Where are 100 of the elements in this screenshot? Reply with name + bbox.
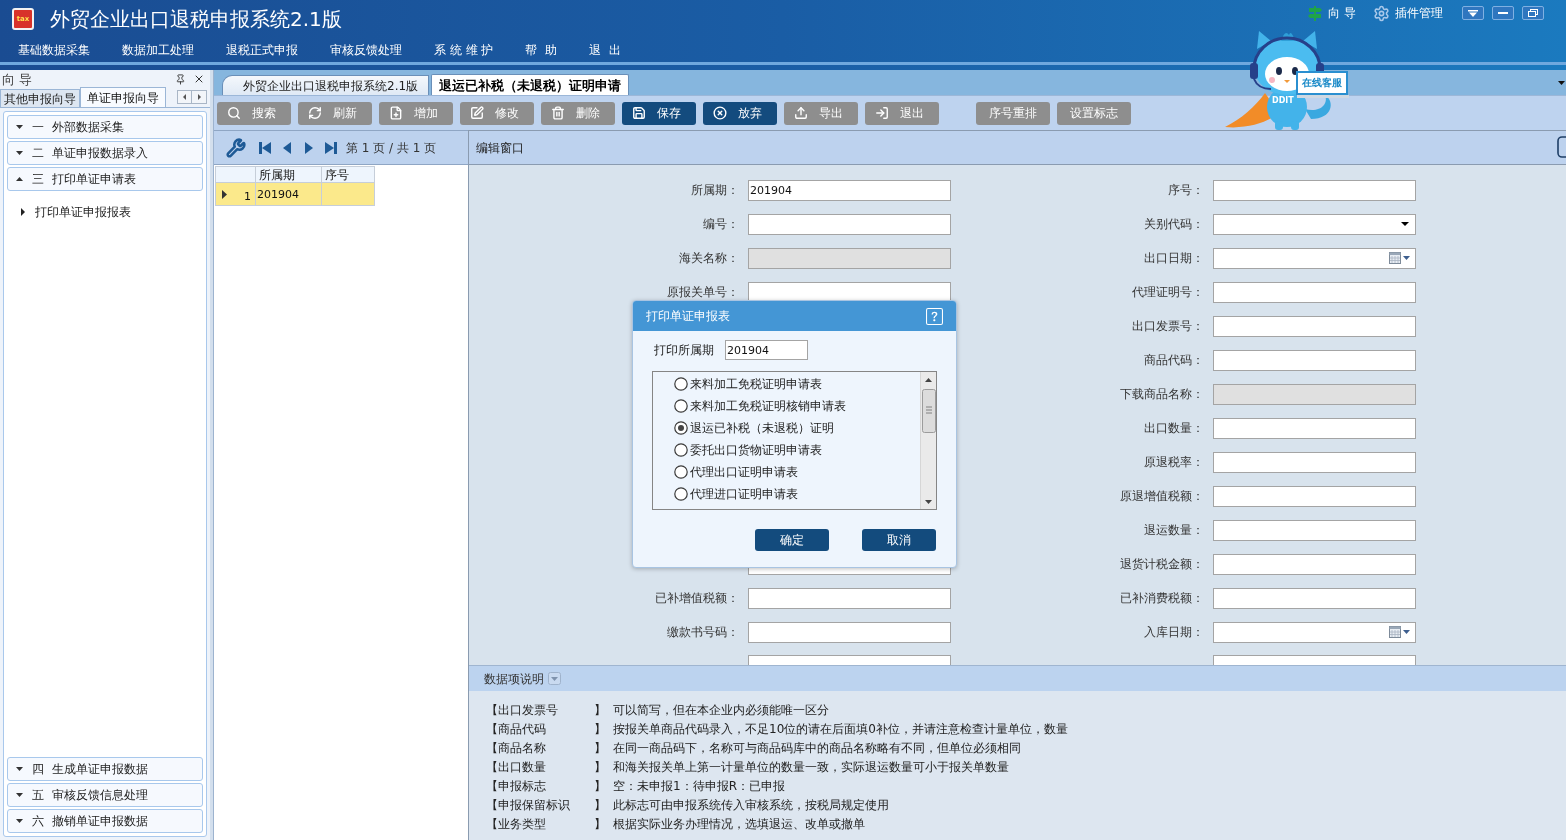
pin-icon[interactable] bbox=[175, 73, 186, 85]
column-header[interactable]: 序号 bbox=[322, 166, 375, 183]
input-field[interactable] bbox=[1213, 485, 1416, 507]
field-label: 海关名称： bbox=[679, 252, 739, 264]
term-label: 【出口数量 bbox=[486, 760, 547, 773]
close-icon[interactable] bbox=[193, 73, 205, 85]
option-label[interactable]: 来料加工免税证明申请表 bbox=[690, 378, 822, 390]
bracket-mark: 】 bbox=[594, 798, 607, 811]
caret-down-icon[interactable] bbox=[1558, 81, 1565, 85]
field-label: 打印所属期 bbox=[654, 344, 715, 356]
accordion-header[interactable]: 五 审核反馈信息处理 bbox=[7, 783, 203, 807]
option-label[interactable]: 代理出口证明申请表 bbox=[690, 466, 798, 478]
menu-item[interactable]: 审核反馈处理 bbox=[330, 44, 402, 56]
dialog-button[interactable]: 取消 bbox=[862, 529, 936, 551]
input-field[interactable] bbox=[1213, 451, 1416, 473]
input-field[interactable] bbox=[1213, 587, 1416, 609]
panel-title: 编辑窗口 bbox=[476, 141, 524, 154]
input-field[interactable]: 201904 bbox=[748, 179, 951, 201]
header-link[interactable]: 插件管理 bbox=[1373, 4, 1443, 22]
input-field[interactable] bbox=[1213, 315, 1416, 337]
table-row[interactable]: 1 201904 bbox=[215, 183, 375, 206]
scrollbar[interactable] bbox=[920, 372, 936, 509]
term-label: 【业务类型 bbox=[486, 817, 547, 830]
input-field[interactable] bbox=[1213, 417, 1416, 439]
menu-item[interactable]: 帮 助 bbox=[525, 44, 558, 56]
caret-right-icon bbox=[197, 94, 201, 100]
accordion-header[interactable]: 四 生成单证申报数据 bbox=[7, 757, 203, 781]
first-page-icon[interactable] bbox=[258, 140, 272, 155]
option-label[interactable]: 代理进口证明申请表 bbox=[690, 488, 798, 500]
input-field[interactable] bbox=[1213, 655, 1416, 665]
last-page-icon[interactable] bbox=[324, 140, 338, 155]
radio-button[interactable] bbox=[674, 399, 688, 413]
mascot-label: DDIT bbox=[1272, 97, 1294, 105]
toolbar-button[interactable]: 保存 bbox=[622, 101, 696, 125]
radio-button[interactable] bbox=[674, 487, 688, 501]
file-plus-icon bbox=[389, 106, 403, 120]
caret-right-icon bbox=[21, 208, 25, 216]
header-link[interactable]: 向 导 bbox=[1307, 4, 1356, 22]
field-label: 已补消费税额： bbox=[1120, 592, 1204, 604]
input-field[interactable] bbox=[1213, 349, 1416, 371]
grid-corner bbox=[215, 166, 256, 183]
input-field[interactable] bbox=[748, 213, 951, 235]
option-label[interactable]: 来料加工免税证明核销申请表 bbox=[690, 400, 846, 412]
document-tab[interactable]: 外贸企业出口退税申报系统2.1版 bbox=[222, 75, 430, 95]
window-title: 外贸企业出口退税申报系统2.1版 bbox=[50, 9, 342, 29]
input-field[interactable] bbox=[1213, 519, 1416, 541]
option-label[interactable]: 退运已补税（未退税）证明 bbox=[690, 422, 834, 434]
scroll-down-icon[interactable] bbox=[925, 500, 932, 504]
dropdown-button[interactable] bbox=[1462, 6, 1484, 20]
input-field[interactable]: 201904 bbox=[725, 340, 808, 360]
bracket-mark: 】 bbox=[594, 779, 607, 792]
input-field[interactable] bbox=[1213, 179, 1416, 201]
field-label: 下载商品名称： bbox=[1120, 388, 1204, 400]
dialog-button[interactable]: 确定 bbox=[755, 529, 829, 551]
scrollbar-thumb[interactable] bbox=[921, 389, 936, 433]
radio-button[interactable] bbox=[674, 465, 688, 479]
menu-item[interactable]: 退税正式申报 bbox=[226, 44, 298, 56]
menu-item[interactable]: 退 出 bbox=[589, 44, 621, 56]
input-field[interactable] bbox=[1213, 553, 1416, 575]
date-field[interactable] bbox=[1213, 621, 1416, 643]
radio-button[interactable] bbox=[674, 421, 688, 435]
input-field[interactable] bbox=[748, 621, 951, 643]
search-icon bbox=[227, 106, 241, 120]
scroll-right-button[interactable] bbox=[192, 90, 207, 104]
menu-item[interactable]: 数据加工处理 bbox=[122, 44, 194, 56]
tree-item[interactable]: 打印单证申报报表 bbox=[21, 206, 131, 218]
toolbar-button[interactable]: 放弃 bbox=[703, 101, 777, 125]
accordion-header[interactable]: 二 单证申报数据录入 bbox=[7, 141, 203, 165]
scroll-left-button[interactable] bbox=[177, 90, 192, 104]
signpost-icon bbox=[1307, 5, 1324, 21]
option-label[interactable]: 委托出口货物证明申请表 bbox=[690, 444, 822, 456]
minimize-icon bbox=[1498, 12, 1508, 14]
input-field[interactable] bbox=[748, 587, 951, 609]
date-field[interactable] bbox=[1213, 247, 1416, 269]
minimize-button[interactable] bbox=[1492, 6, 1514, 20]
menu-item[interactable]: 系 统 维 护 bbox=[434, 44, 494, 56]
panel-tab[interactable]: 单证申报向导 bbox=[80, 87, 166, 107]
scroll-up-icon[interactable] bbox=[925, 378, 932, 382]
radio-button[interactable] bbox=[674, 377, 688, 391]
accordion-header[interactable]: 三 打印单证申请表 bbox=[7, 167, 203, 191]
menu-item[interactable]: 基础数据采集 bbox=[18, 44, 90, 56]
row-pointer-icon bbox=[222, 189, 227, 199]
document-tab[interactable]: 退运已补税（未退税）证明申请 bbox=[431, 74, 630, 95]
input-field[interactable] bbox=[1213, 281, 1416, 303]
online-service-button[interactable]: 在线客服 bbox=[1296, 71, 1348, 95]
description-text: 可以简写，但在本企业内必须能唯一区分 bbox=[613, 703, 829, 716]
accordion-header[interactable]: 一 外部数据采集 bbox=[7, 115, 203, 139]
input-field[interactable] bbox=[748, 281, 951, 303]
accordion-header[interactable]: 六 撤销单证申报数据 bbox=[7, 809, 203, 833]
radio-button[interactable] bbox=[674, 443, 688, 457]
wrench-icon[interactable] bbox=[226, 137, 246, 158]
help-icon[interactable] bbox=[926, 307, 943, 325]
input-field[interactable] bbox=[748, 568, 951, 575]
caret-down-icon bbox=[1403, 256, 1410, 260]
column-header[interactable]: 所属期 bbox=[256, 166, 322, 183]
restore-button[interactable] bbox=[1522, 6, 1544, 20]
panel-tab[interactable]: 其他申报向导 bbox=[0, 89, 80, 107]
select-field[interactable] bbox=[1213, 213, 1416, 235]
term-label: 【出口发票号 bbox=[486, 703, 559, 716]
input-field[interactable] bbox=[748, 655, 951, 665]
